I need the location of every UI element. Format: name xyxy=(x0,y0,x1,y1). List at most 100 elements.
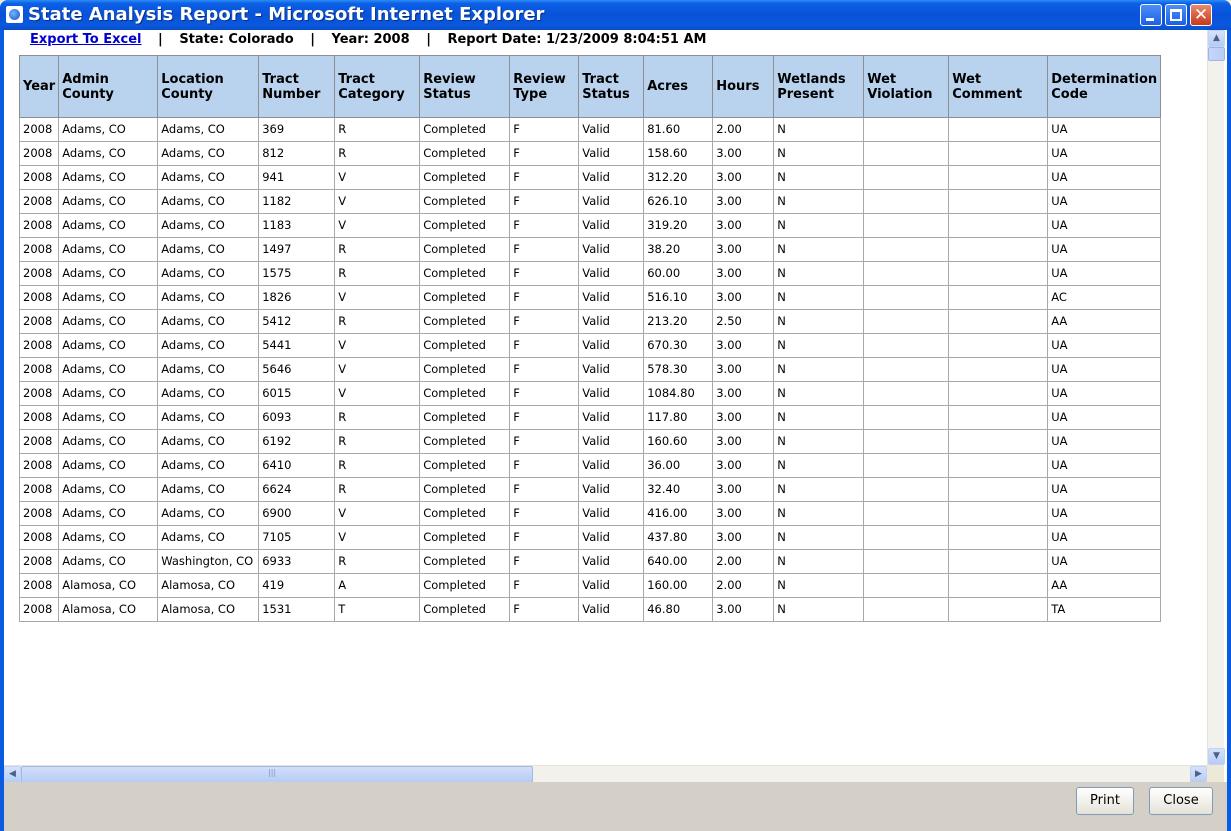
table-cell: R xyxy=(334,429,421,454)
table-cell: N xyxy=(773,429,865,454)
table-cell: V xyxy=(334,357,421,382)
client-area: Export To Excel | State: Colorado | Year… xyxy=(4,30,1227,831)
table-cell: Completed xyxy=(419,141,511,166)
table-cell: R xyxy=(334,477,421,502)
table-cell: UA xyxy=(1047,429,1162,454)
table-cell: Valid xyxy=(578,213,645,238)
table-cell: Adams, CO xyxy=(58,141,159,166)
table-cell: F xyxy=(509,213,580,238)
scroll-left-button[interactable]: ◀ xyxy=(4,766,21,783)
table-cell: Valid xyxy=(578,165,645,190)
maximize-button[interactable] xyxy=(1165,4,1187,26)
table-cell: Valid xyxy=(578,285,645,310)
table-cell: N xyxy=(773,237,865,262)
table-cell: F xyxy=(509,477,580,502)
close-icon: ✕ xyxy=(1193,5,1209,25)
table-row: 2008 Adams, CO Adams, CO 1826 V Completed F Val… xyxy=(18,285,1162,310)
table-cell: 81.60 xyxy=(643,117,714,142)
table-row: 2008 Adams, CO Adams, CO 1575 R Completed F Val… xyxy=(18,261,1162,286)
minimize-button[interactable] xyxy=(1140,4,1162,26)
table-cell: 2008 xyxy=(18,357,60,382)
table-cell xyxy=(863,381,950,406)
table-cell: F xyxy=(509,261,580,286)
table-cell: UA xyxy=(1047,549,1162,574)
title-bar[interactable]: State Analysis Report - Microsoft Intern… xyxy=(0,0,1231,30)
table-cell: Completed xyxy=(419,117,511,142)
table-cell: 3.00 xyxy=(712,525,775,550)
table-cell: F xyxy=(509,117,580,142)
table-cell: 3.00 xyxy=(712,405,775,430)
table-cell: 2008 xyxy=(18,141,60,166)
table-cell: Valid xyxy=(578,237,645,262)
table-cell: Completed xyxy=(419,333,511,358)
table-cell: 1826 xyxy=(258,285,336,310)
table-cell: N xyxy=(773,573,865,598)
table-cell: Adams, CO xyxy=(58,237,159,262)
table-cell: 2.00 xyxy=(712,117,775,142)
table-cell: UA xyxy=(1047,333,1162,358)
table-cell: UA xyxy=(1047,117,1162,142)
table-cell: Adams, CO xyxy=(157,405,260,430)
table-cell: N xyxy=(773,141,865,166)
table-row: 2008 Alamosa, CO Alamosa, CO 419 A Completed F… xyxy=(18,573,1162,598)
table-cell: Adams, CO xyxy=(58,189,159,214)
table-cell: F xyxy=(509,549,580,574)
table-cell: 312.20 xyxy=(643,165,714,190)
table-cell: UA xyxy=(1047,381,1162,406)
table-cell: 2008 xyxy=(18,117,60,142)
table-row: 2008 Alamosa, CO Alamosa, CO 1531 T Completed… xyxy=(18,597,1162,622)
table-cell: Adams, CO xyxy=(157,309,260,334)
table-cell: Valid xyxy=(578,405,645,430)
table-cell: 3.00 xyxy=(712,477,775,502)
table-cell: 2008 xyxy=(18,309,60,334)
table-cell xyxy=(948,477,1049,502)
table-cell: F xyxy=(509,357,580,382)
table-cell: Completed xyxy=(419,357,511,382)
table-cell: 2.50 xyxy=(712,309,775,334)
table-cell: UA xyxy=(1047,357,1162,382)
table-cell: AA xyxy=(1047,573,1162,598)
table-cell: Alamosa, CO xyxy=(58,597,159,622)
table-cell xyxy=(948,189,1049,214)
scroll-right-button[interactable]: ▶ xyxy=(1190,766,1207,783)
horizontal-scrollbar[interactable]: ◀ ▶ xyxy=(4,765,1207,783)
table-cell: F xyxy=(509,285,580,310)
table-cell xyxy=(948,141,1049,166)
scroll-up-button[interactable]: ▲ xyxy=(1208,30,1225,47)
table-cell: 60.00 xyxy=(643,261,714,286)
table-cell: Completed xyxy=(419,501,511,526)
vertical-scrollbar[interactable]: ▲ ▼ xyxy=(1207,30,1225,765)
table-cell: N xyxy=(773,405,865,430)
horizontal-scroll-thumb[interactable] xyxy=(21,766,533,783)
table-cell: 812 xyxy=(258,141,336,166)
table-row: 2008 Adams, CO Adams, CO 1497 R Completed F Val… xyxy=(18,237,1162,262)
minimize-icon xyxy=(1146,18,1154,21)
table-cell: R xyxy=(334,309,421,334)
table-cell: Adams, CO xyxy=(157,141,260,166)
scroll-down-button[interactable]: ▼ xyxy=(1208,748,1225,765)
table-cell: Adams, CO xyxy=(58,165,159,190)
table-cell: V xyxy=(334,333,421,358)
table-cell: UA xyxy=(1047,525,1162,550)
scrollbar-corner xyxy=(1207,765,1224,782)
table-cell xyxy=(863,189,950,214)
table-row: 2008 Adams, CO Adams, CO 5646 V Completed F Val… xyxy=(18,357,1162,382)
print-button[interactable]: Print xyxy=(1076,787,1134,815)
table-cell: Valid xyxy=(578,261,645,286)
table-cell: 3.00 xyxy=(712,189,775,214)
vertical-scroll-thumb[interactable] xyxy=(1208,47,1225,61)
table-cell: N xyxy=(773,525,865,550)
table-cell xyxy=(863,453,950,478)
table-cell: Valid xyxy=(578,477,645,502)
table-row: 2008 Adams, CO Adams, CO 369 R Completed F Vali… xyxy=(18,117,1162,142)
export-to-excel-link[interactable]: Export To Excel xyxy=(30,32,142,47)
table-cell: 419 xyxy=(258,573,336,598)
table-cell xyxy=(863,549,950,574)
close-button[interactable]: Close xyxy=(1149,787,1213,815)
close-window-button[interactable]: ✕ xyxy=(1190,4,1212,26)
table-cell: 3.00 xyxy=(712,165,775,190)
table-row: 2008 Adams, CO Adams, CO 812 R Completed F Vali… xyxy=(18,141,1162,166)
column-header: Wet Comment xyxy=(948,55,1049,118)
table-cell xyxy=(863,357,950,382)
table-cell: Valid xyxy=(578,597,645,622)
